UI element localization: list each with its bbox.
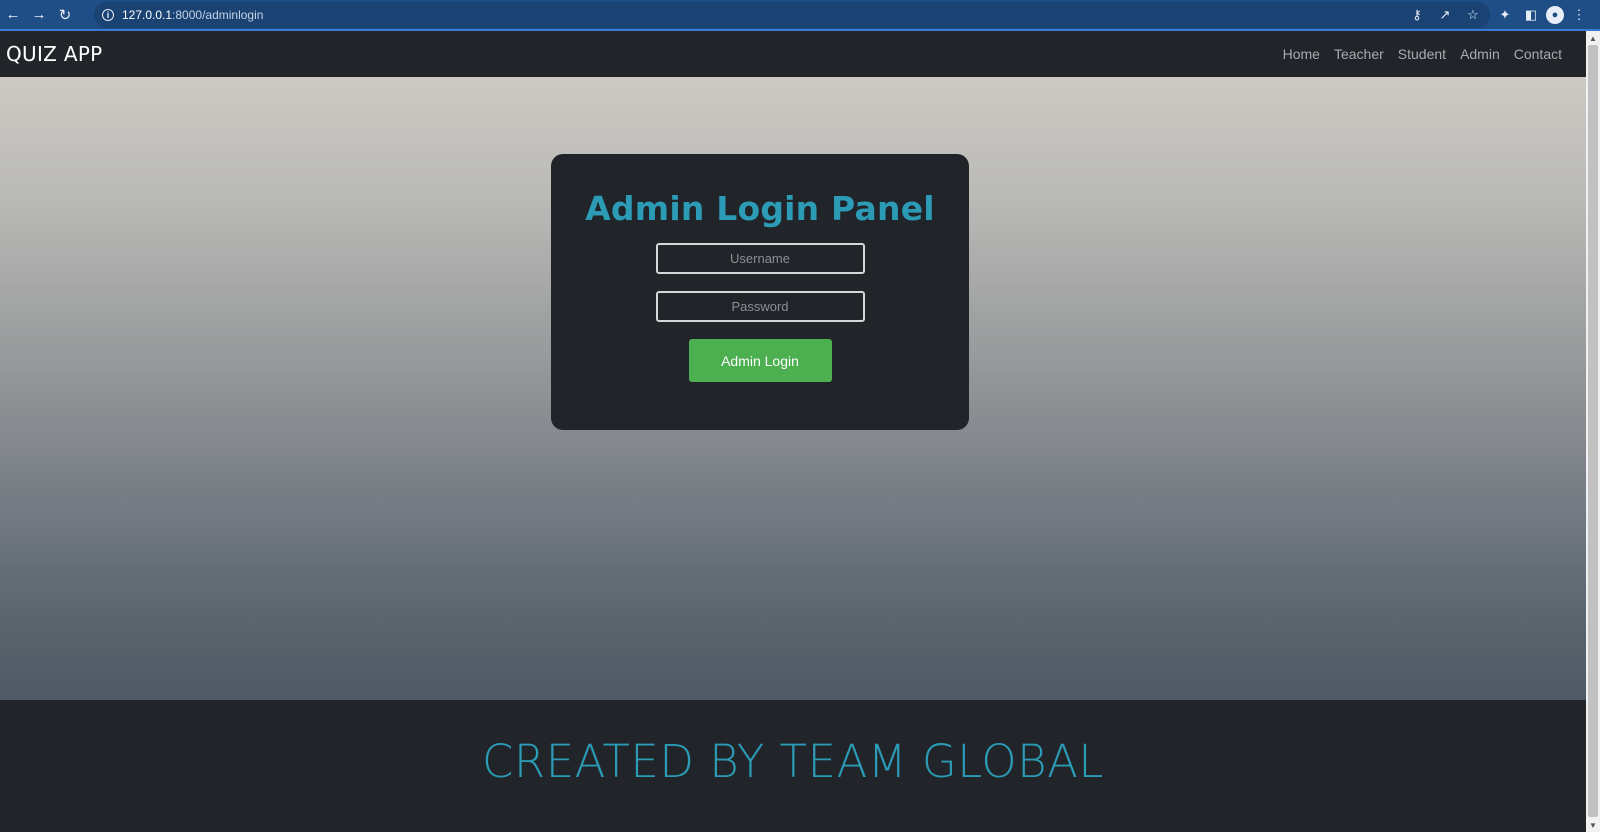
nav-link-teacher[interactable]: Teacher [1334, 46, 1384, 62]
username-input[interactable] [655, 243, 865, 274]
menu-kebab-icon[interactable]: ⋮ [1568, 4, 1590, 26]
hero-section: Admin Login Panel Admin Login [0, 77, 1586, 700]
back-arrow-icon[interactable]: ← [0, 2, 26, 28]
login-panel: Admin Login Panel Admin Login [551, 154, 969, 430]
nav-link-student[interactable]: Student [1398, 46, 1446, 62]
top-navbar: QUIZ APP Home Teacher Student Admin Cont… [0, 31, 1586, 77]
profile-avatar-icon[interactable]: ● [1546, 5, 1564, 24]
admin-login-button[interactable]: Admin Login [688, 339, 832, 382]
star-icon[interactable]: ☆ [1462, 4, 1484, 26]
key-icon[interactable]: ⚷ [1406, 4, 1428, 26]
reload-icon[interactable]: ↻ [52, 2, 78, 28]
forward-arrow-icon[interactable]: → [26, 2, 52, 28]
scroll-up-arrow-icon[interactable]: ▲ [1586, 31, 1600, 45]
nav-link-admin[interactable]: Admin [1460, 46, 1500, 62]
password-input[interactable] [655, 291, 865, 322]
url-path: :8000/adminlogin [172, 7, 264, 22]
nav-links: Home Teacher Student Admin Contact [1283, 46, 1580, 62]
vertical-scrollbar[interactable]: ▲ ▼ [1586, 31, 1600, 832]
footer: CREATED BY TEAM GLOBAL [0, 700, 1586, 832]
footer-credit: CREATED BY TEAM GLOBAL [482, 734, 1104, 788]
share-icon[interactable]: ↗ [1434, 4, 1456, 26]
address-bar[interactable]: i 127.0.0.1:8000/adminlogin ⚷ ↗ ☆ [94, 1, 1490, 28]
nav-link-contact[interactable]: Contact [1514, 46, 1562, 62]
side-panel-icon[interactable]: ◧ [1520, 4, 1542, 26]
browser-toolbar: ← → ↻ i 127.0.0.1:8000/adminlogin ⚷ ↗ ☆ … [0, 0, 1600, 31]
url-host: 127.0.0.1 [122, 7, 173, 22]
scroll-down-arrow-icon[interactable]: ▼ [1586, 818, 1600, 832]
extensions-icon[interactable]: ✦ [1494, 4, 1516, 26]
page-viewport: QUIZ APP Home Teacher Student Admin Cont… [0, 31, 1586, 832]
info-icon[interactable]: i [102, 8, 114, 21]
login-title: Admin Login Panel [585, 189, 935, 228]
brand-logo[interactable]: QUIZ APP [6, 42, 103, 66]
nav-link-home[interactable]: Home [1283, 46, 1320, 62]
scrollbar-thumb[interactable] [1588, 45, 1598, 817]
